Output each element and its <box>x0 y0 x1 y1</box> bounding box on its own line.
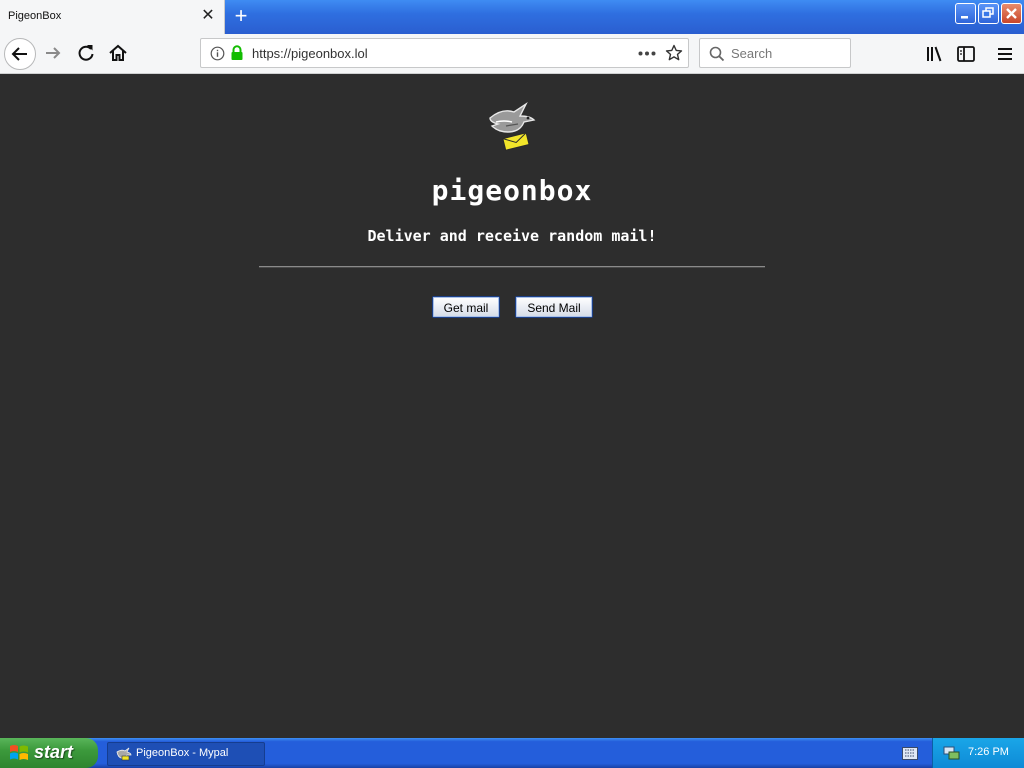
url-text[interactable]: https://pigeonbox.lol <box>252 46 368 61</box>
title-bar: PigeonBox ✕ + <box>0 0 1024 34</box>
close-icon <box>1006 8 1017 19</box>
minimize-button[interactable] <box>955 3 976 24</box>
bookmark-star-icon[interactable] <box>665 44 683 62</box>
forward-arrow-icon[interactable] <box>42 42 64 64</box>
home-icon[interactable] <box>107 42 129 64</box>
menu-icon[interactable] <box>994 43 1016 65</box>
search-icon <box>709 46 725 62</box>
start-label: start <box>34 742 74 762</box>
minimize-icon <box>961 16 968 19</box>
keyboard-icon[interactable] <box>902 747 918 760</box>
new-tab-icon[interactable]: + <box>229 5 253 29</box>
page-content: pigeonbox Deliver and receive random mai… <box>0 74 1024 738</box>
taskbar-item-label: PigeonBox - Mypal <box>136 747 229 759</box>
start-button[interactable]: start <box>0 738 98 768</box>
pigeon-app-icon <box>116 747 132 761</box>
system-tray: 7:26 PM <box>932 738 1024 768</box>
back-arrow-icon <box>11 47 27 61</box>
page-actions-icon[interactable] <box>638 51 656 56</box>
search-bar[interactable] <box>699 38 851 68</box>
back-button[interactable] <box>4 38 36 70</box>
info-icon[interactable] <box>210 46 225 61</box>
sidebar-icon[interactable] <box>955 43 977 65</box>
site-title: pigeonbox <box>431 174 593 207</box>
network-icon[interactable] <box>943 745 961 761</box>
tab-pigeonbox[interactable]: PigeonBox ✕ <box>0 0 225 34</box>
tab-close-icon[interactable]: ✕ <box>199 7 217 25</box>
search-input[interactable] <box>731 44 841 62</box>
reload-icon[interactable] <box>75 42 97 64</box>
site-tagline: Deliver and receive random mail! <box>367 227 657 245</box>
lock-icon[interactable] <box>230 45 244 61</box>
pigeon-logo-icon <box>489 101 536 151</box>
restore-button[interactable] <box>978 3 999 24</box>
url-bar[interactable]: https://pigeonbox.lol <box>200 38 689 68</box>
window-close-button[interactable] <box>1001 3 1022 24</box>
nav-toolbar: https://pigeonbox.lol <box>0 34 1024 74</box>
clock[interactable]: 7:26 PM <box>968 746 1009 758</box>
taskbar: start PigeonBox - Mypal 7:26 PM <box>0 738 1024 768</box>
tab-title: PigeonBox <box>8 10 62 22</box>
send-mail-button[interactable]: Send Mail <box>515 296 593 318</box>
taskbar-item-pigeonbox[interactable]: PigeonBox - Mypal <box>107 742 265 766</box>
library-icon[interactable] <box>924 43 946 65</box>
get-mail-button[interactable]: Get mail <box>432 296 500 318</box>
windows-logo-icon <box>10 745 28 760</box>
restore-icon <box>982 7 994 18</box>
divider <box>259 266 765 268</box>
